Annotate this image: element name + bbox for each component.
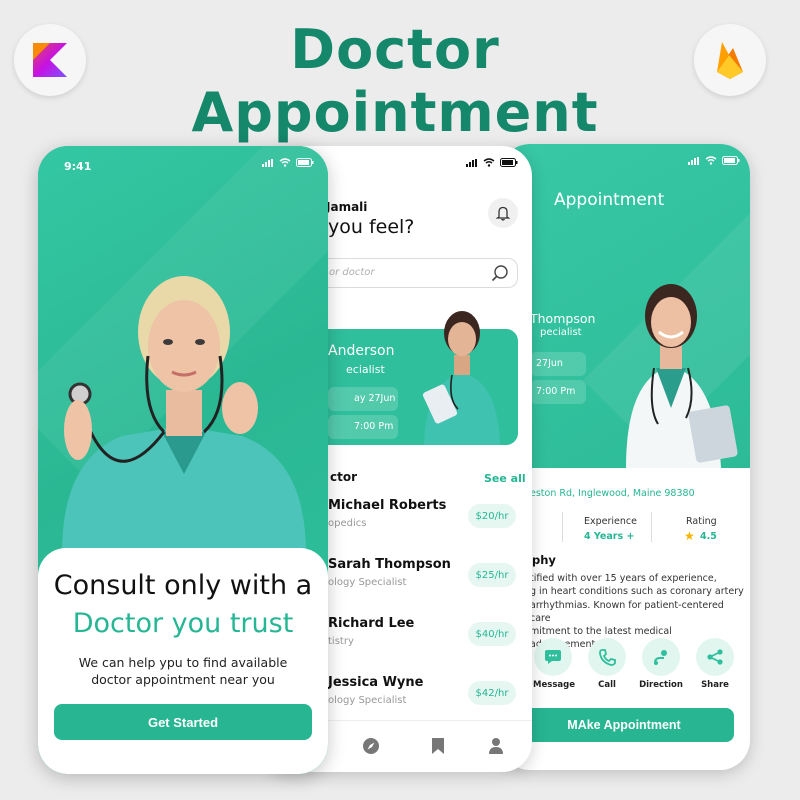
greeting-question: you feel? xyxy=(328,216,415,238)
appointment-screen: Appointment Thompson pecialist 27Jun 7:0… xyxy=(500,144,750,770)
star-icon: ★ xyxy=(684,529,695,543)
clinic-address: eston Rd, Inglewood, Maine 98380 xyxy=(530,488,695,499)
appointment-title: Appointment xyxy=(554,190,665,210)
direction-label: Direction xyxy=(639,680,683,690)
share-button[interactable] xyxy=(696,638,734,676)
search-placeholder: or doctor xyxy=(329,267,375,278)
doctor-list-item[interactable]: Sarah Thompson ology Specialist $25/hr xyxy=(328,557,524,597)
doctor-list-item[interactable]: Jessica Wyne ology Specialist $42/hr xyxy=(328,675,524,715)
status-icons xyxy=(688,156,740,165)
profile-icon[interactable] xyxy=(488,737,504,755)
rating-value: 4.5 xyxy=(700,531,717,542)
doctor-name: Thompson xyxy=(530,311,596,326)
user-greeting: Jamali xyxy=(326,200,368,214)
onboarding-heading-accent: Doctor you trust xyxy=(72,608,294,639)
compass-icon[interactable] xyxy=(362,737,380,755)
search-icon[interactable] xyxy=(491,264,509,282)
call-button[interactable] xyxy=(588,638,626,676)
status-icons xyxy=(262,158,314,167)
date-chip: 27Jun xyxy=(530,352,586,376)
firebase-logo-icon xyxy=(694,24,766,96)
call-label: Call xyxy=(598,680,616,690)
phone-icon xyxy=(599,649,616,666)
onboarding-description: We can help ypu to find available doctor… xyxy=(78,655,288,687)
message-icon xyxy=(545,650,561,664)
experience-label: Experience xyxy=(584,516,637,527)
direction-icon xyxy=(654,650,667,665)
doctor-list-item[interactable]: Richard Lee tistry $40/hr xyxy=(328,616,524,656)
price-badge: $40/hr xyxy=(468,622,516,646)
see-all-link[interactable]: See all xyxy=(484,472,526,485)
bookmark-icon[interactable] xyxy=(430,737,446,755)
message-button[interactable] xyxy=(534,638,572,676)
share-label: Share xyxy=(701,680,729,690)
notification-button[interactable] xyxy=(488,198,518,228)
direction-button[interactable] xyxy=(642,638,680,676)
banner-doctor-name: Anderson xyxy=(328,343,395,359)
onboarding-screen: 9:41 Consult only with a Doctor you trus… xyxy=(38,146,328,774)
onboarding-heading: Consult only with a xyxy=(53,570,313,601)
message-label: Message xyxy=(533,680,575,690)
price-badge: $25/hr xyxy=(468,563,516,587)
onboarding-card: Consult only with a Doctor you trust We … xyxy=(38,548,328,774)
banner-time: 7:00 Pm xyxy=(328,415,398,439)
biography-title: phy xyxy=(532,553,556,567)
upcoming-appointment-card[interactable]: Anderson ecialist ay 27Jun 7:00 Pm xyxy=(302,311,518,445)
time-chip: 7:00 Pm xyxy=(530,380,586,404)
get-started-button[interactable]: Get Started xyxy=(54,704,312,740)
doctor-photo xyxy=(626,284,738,468)
share-icon xyxy=(707,649,723,665)
make-appointment-button[interactable]: MAke Appointment xyxy=(514,708,734,742)
banner-doctor-specialty: ecialist xyxy=(346,363,385,376)
status-icons xyxy=(466,158,518,167)
doctor-photo xyxy=(61,276,307,560)
status-time: 9:41 xyxy=(64,160,92,173)
price-badge: $20/hr xyxy=(468,504,516,528)
doctor-list-item[interactable]: Michael Roberts opedics $20/hr xyxy=(328,498,524,538)
price-badge: $42/hr xyxy=(468,681,516,705)
banner-doctor-photo xyxy=(422,311,500,445)
doctor-specialty: pecialist xyxy=(540,327,582,338)
search-input[interactable]: or doctor xyxy=(302,258,518,288)
bell-icon xyxy=(496,206,510,221)
rating-label: Rating xyxy=(686,516,717,527)
experience-value: 4 Years + xyxy=(584,531,635,542)
doctors-section-title: ctor xyxy=(330,470,358,484)
kotlin-logo-icon xyxy=(14,24,86,96)
banner-date: ay 27Jun xyxy=(328,387,398,411)
doctor-hero: Appointment Thompson pecialist 27Jun 7:0… xyxy=(500,144,750,468)
page-title: Doctor Appointment xyxy=(191,18,599,144)
